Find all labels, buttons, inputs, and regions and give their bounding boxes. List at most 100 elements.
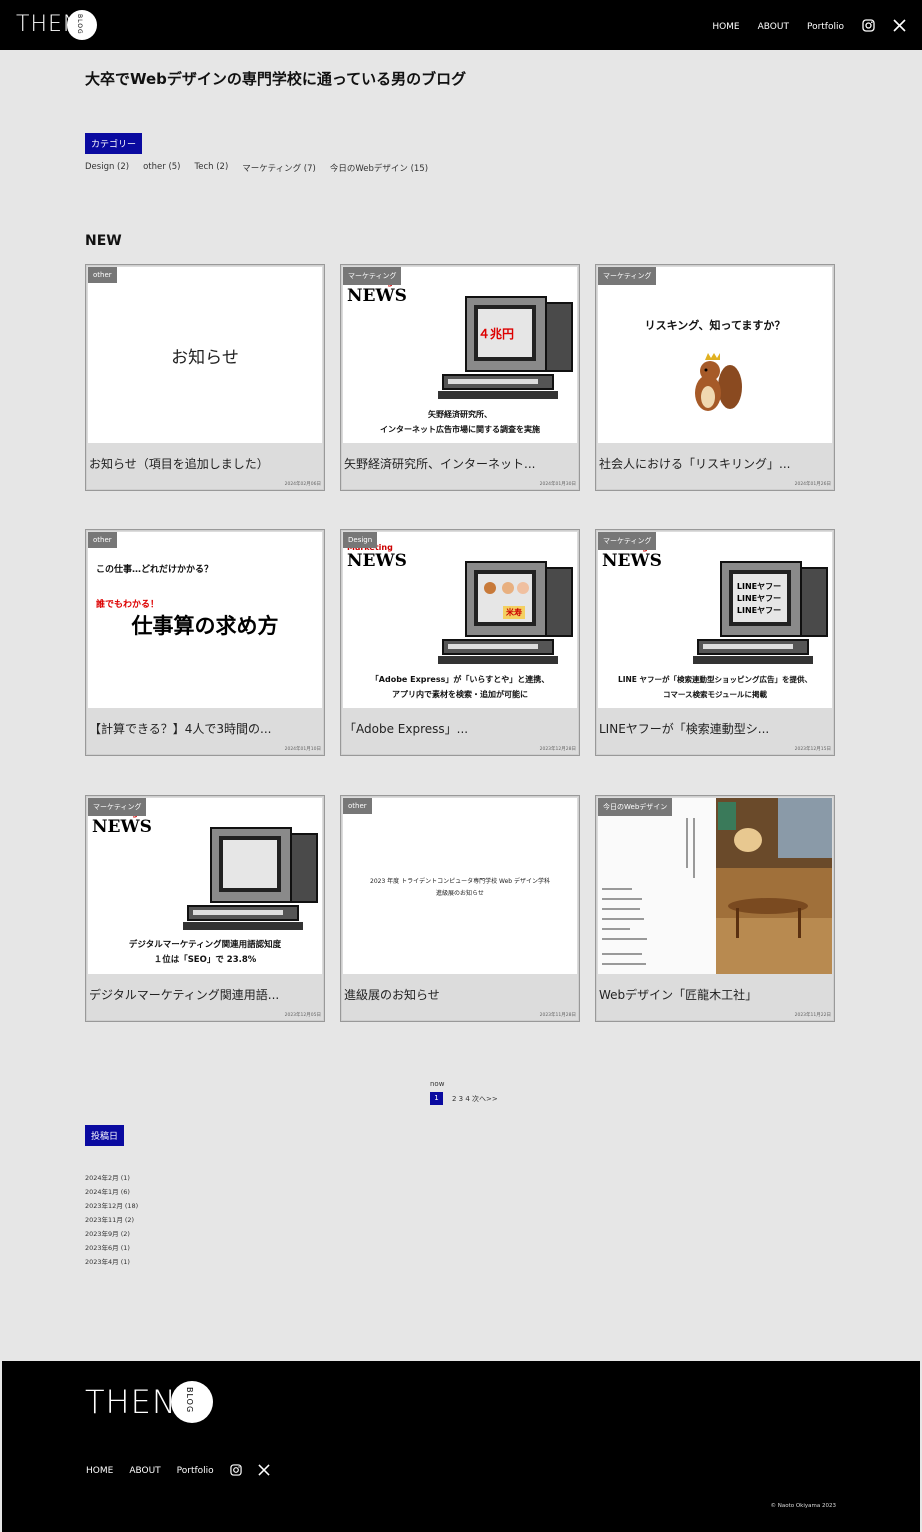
archive-link[interactable]: 2023年6月 (1) xyxy=(85,1241,138,1255)
instagram-icon[interactable] xyxy=(230,1461,242,1480)
post-category-tag: other xyxy=(88,267,117,283)
post-category-tag: other xyxy=(88,532,117,548)
post-card[interactable]: Marketing NEWS 米寿 「Adobe Express」が「いらすとや… xyxy=(340,529,580,756)
post-title[interactable]: Webデザイン「匠龍木工社」 xyxy=(599,986,757,1003)
news-caption: デジタルマーケティング関連用語認知度 １位は「SEO」で 23.8% xyxy=(88,938,322,968)
post-thumbnail: Marketing NEWS LINEヤフー LINEヤフー LINEヤフー L… xyxy=(598,532,832,708)
archive-link[interactable]: 2023年9月 (2) xyxy=(85,1227,138,1241)
post-card[interactable]: リスキング、知ってますか？ マーケティング 社会人における「リスキリング」...… xyxy=(595,264,835,491)
post-title[interactable]: お知らせ（項目を追加しました） xyxy=(89,455,269,472)
post-date: 2023年11月28日 xyxy=(539,1013,576,1018)
category-link[interactable]: other (5) xyxy=(143,162,180,174)
news-title: NEWS xyxy=(92,817,152,837)
squirrel-illustration xyxy=(695,353,742,411)
post-title[interactable]: 【計算できる？】4人で3時間の... xyxy=(89,720,271,737)
post-category-tag: マーケティング xyxy=(598,267,657,285)
archive-link[interactable]: 2024年2月 (1) xyxy=(85,1171,138,1185)
post-category-tag: マーケティング xyxy=(343,267,402,285)
post-title[interactable]: デジタルマーケティング関連用語... xyxy=(89,986,279,1003)
post-date: 2024年01月26日 xyxy=(794,482,831,487)
news-caption: 「Adobe Express」が「いらすとや」と連携、 アプリ内で素材を検索・追… xyxy=(343,672,577,702)
post-date: 2024年02月06日 xyxy=(284,482,321,487)
nav-home[interactable]: HOME xyxy=(712,22,739,32)
post-title[interactable]: 矢野経済研究所、インターネット... xyxy=(344,455,535,472)
post-category-tag: Design xyxy=(343,532,378,548)
pager-links[interactable]: 2 3 4 次へ>> xyxy=(452,1094,498,1104)
archive-link[interactable]: 2024年1月 (6) xyxy=(85,1185,138,1199)
news-caption: 矢野経済研究所、 インターネット広告市場に関する調査を実施 xyxy=(343,407,577,437)
screen-line: LINEヤフー xyxy=(736,582,782,591)
post-date: 2024年01月10日 xyxy=(284,747,321,752)
post-thumbnail: Marketing NEWS ４兆円 矢野経済研究所、 インターネット広告市場に… xyxy=(343,267,577,443)
nav-portfolio[interactable]: Portfolio xyxy=(807,22,844,32)
post-title[interactable]: 進級展のお知らせ xyxy=(344,986,440,1003)
computer-illustration xyxy=(183,827,318,930)
footer-nav-portfolio[interactable]: Portfolio xyxy=(177,1466,214,1476)
thumb-line: この仕事…どれだけかかる？ xyxy=(96,565,214,575)
post-thumbnail: この仕事…どれだけかかる？ 誰でもわかる！ 仕事算の求め方 xyxy=(88,532,322,708)
footer-nav-about[interactable]: ABOUT xyxy=(129,1466,160,1476)
site-footer: THEN BLOG HOME ABOUT Portfolio © Naoto O… xyxy=(2,1361,920,1532)
caption-line: １位は「SEO」で 23.8% xyxy=(153,955,257,965)
post-card[interactable]: 今日のWebデザイン Webデザイン「匠龍木工社」 2023年11月22日 xyxy=(595,795,835,1022)
caption-line: LINE ヤフーが「検索連動型ショッピング広告」を提供、 xyxy=(617,675,813,684)
post-thumbnail: お知らせ xyxy=(88,267,322,443)
news-title: NEWS xyxy=(602,551,662,571)
caption-line: インターネット広告市場に関する調査を実施 xyxy=(380,425,540,434)
post-card[interactable]: Marketing NEWS デジタルマーケティング関連用語認知度 １位は「SE… xyxy=(85,795,325,1022)
post-category-tag: マーケティング xyxy=(598,532,657,550)
footer-nav: HOME ABOUT Portfolio xyxy=(86,1461,286,1480)
category-link[interactable]: Tech (2) xyxy=(194,162,228,174)
post-date: 2023年11月22日 xyxy=(794,1013,831,1018)
instagram-icon[interactable] xyxy=(862,17,875,36)
post-card[interactable]: Marketing NEWS ４兆円 矢野経済研究所、 インターネット広告市場に… xyxy=(340,264,580,491)
archive-link[interactable]: 2023年4月 (1) xyxy=(85,1255,138,1269)
post-card[interactable]: Marketing NEWS LINEヤフー LINEヤフー LINEヤフー L… xyxy=(595,529,835,756)
header-nav: HOME ABOUT Portfolio xyxy=(694,17,906,36)
thumb-line: 誰でもわかる！ xyxy=(96,600,160,610)
caption-line: 矢野経済研究所、 xyxy=(428,410,492,419)
new-heading: NEW xyxy=(85,233,122,249)
news-caption: LINE ヤフーが「検索連動型ショッピング広告」を提供、 コマース検索モジュール… xyxy=(598,672,832,702)
archive-link[interactable]: 2023年11月 (2) xyxy=(85,1213,138,1227)
caption-line: デジタルマーケティング関連用語認知度 xyxy=(128,940,282,950)
post-card[interactable]: 2023 年度 トライデントコンピュータ専門学校 Web デザイン学科 進級展の… xyxy=(340,795,580,1022)
footer-logo-text: THEN xyxy=(85,1383,177,1421)
post-thumbnail xyxy=(598,798,832,974)
category-link[interactable]: 今日のWebデザイン (15) xyxy=(330,162,428,174)
category-link[interactable]: Design (2) xyxy=(85,162,129,174)
post-title[interactable]: LINEヤフーが「検索連動型シ... xyxy=(599,720,769,737)
post-title[interactable]: 社会人における「リスキリング」... xyxy=(599,455,790,472)
pager-now-label: now xyxy=(430,1080,445,1088)
x-icon[interactable] xyxy=(258,1461,270,1480)
post-title[interactable]: 「Adobe Express」... xyxy=(344,720,468,737)
x-icon[interactable] xyxy=(893,17,906,36)
post-thumbnail: リスキング、知ってますか？ xyxy=(598,267,832,443)
pager-current-page: 1 xyxy=(430,1092,443,1105)
footer-nav-home[interactable]: HOME xyxy=(86,1466,113,1476)
news-title: NEWS xyxy=(347,551,407,571)
archive-link[interactable]: 2023年12月 (18) xyxy=(85,1199,138,1213)
screen-line: LINEヤフー xyxy=(736,594,782,603)
category-heading: カテゴリー xyxy=(85,133,143,154)
archive-list: 2024年2月 (1) 2024年1月 (6) 2023年12月 (18) 20… xyxy=(85,1171,138,1269)
footer-logo-badge: BLOG xyxy=(171,1381,213,1423)
website-screenshot-image xyxy=(598,798,832,974)
post-thumbnail: 2023 年度 トライデントコンピュータ専門学校 Web デザイン学科 進級展の… xyxy=(343,798,577,974)
thumb-text: 2023 年度 トライデントコンピュータ専門学校 Web デザイン学科 進級展の… xyxy=(343,876,577,900)
nav-about[interactable]: ABOUT xyxy=(758,22,789,32)
caption-line: 進級展のお知らせ xyxy=(436,890,484,897)
footer-logo-sub: BLOG xyxy=(185,1387,194,1414)
caption-line: 「Adobe Express」が「いらすとや」と連携、 xyxy=(370,675,550,684)
screen-line: LINEヤフー xyxy=(736,606,782,615)
copyright: © Naoto Okiyama 2023 xyxy=(770,1503,836,1509)
category-link[interactable]: マーケティング (7) xyxy=(242,162,316,174)
post-date: 2024年01月30日 xyxy=(539,482,576,487)
category-list: Design (2) other (5) Tech (2) マーケティング (7… xyxy=(85,162,442,174)
post-card[interactable]: お知らせ other お知らせ（項目を追加しました） 2024年02月06日 xyxy=(85,264,325,491)
caption-line: コマース検索モジュールに掲載 xyxy=(662,690,768,699)
thumb-headline: 仕事算の求め方 xyxy=(131,614,279,638)
archive-heading: 投稿日 xyxy=(85,1125,125,1146)
post-category-tag: other xyxy=(343,798,372,814)
post-card[interactable]: この仕事…どれだけかかる？ 誰でもわかる！ 仕事算の求め方 other 【計算で… xyxy=(85,529,325,756)
